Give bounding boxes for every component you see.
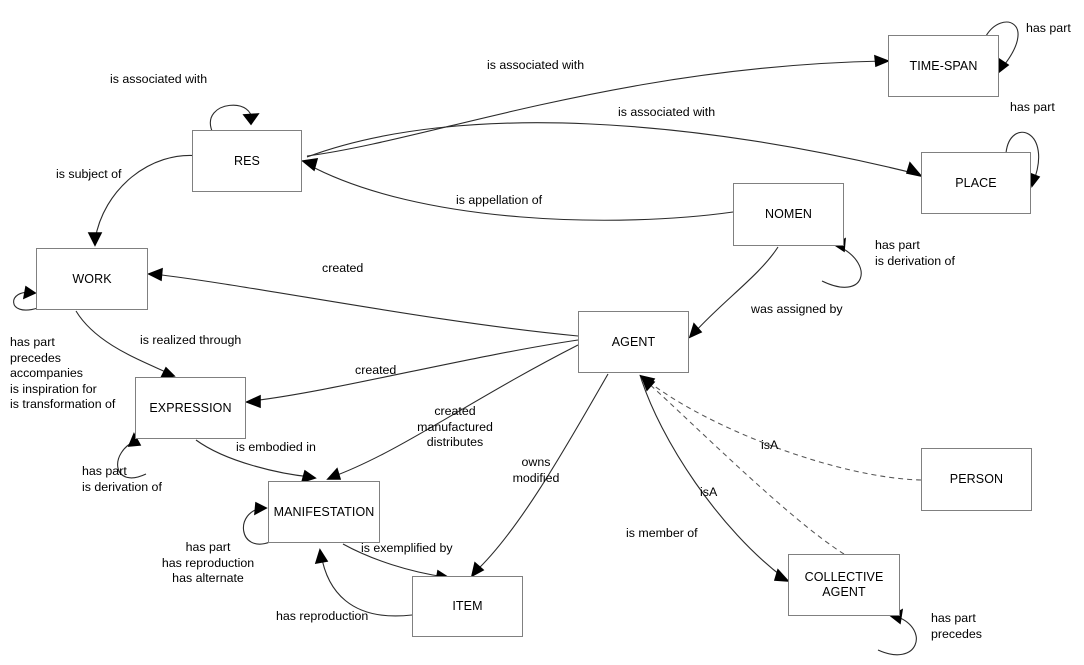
edge-label-timespan-self: has part [1026, 21, 1071, 35]
node-person[interactable]: PERSON [921, 448, 1032, 511]
arrowhead-work-self [22, 285, 37, 300]
node-res[interactable]: RES [192, 130, 302, 192]
node-manifestation[interactable]: MANIFESTATION [268, 481, 380, 543]
node-place[interactable]: PLACE [921, 152, 1031, 214]
edge-label-agent-collective: is member of [626, 526, 698, 540]
arrowhead-res-place [905, 161, 924, 178]
edge-label-agent-item: owns modified [512, 455, 560, 485]
edge-label-nomen-res: is appellation of [456, 193, 543, 207]
edge-label-collective-self: has part precedes [931, 611, 982, 641]
edge-label-agent-manifestation: created manufactured distributes [417, 404, 493, 449]
edge-agent-work [152, 273, 579, 337]
edge-person-agent [644, 378, 922, 481]
edge-label-nomen-self: has part is derivation of [875, 238, 955, 268]
edge-label-res-place: is associated with [618, 105, 716, 119]
edge-label-agent-work: created [322, 261, 364, 275]
edge-label-res-self: is associated with [110, 72, 208, 86]
edge-label-place-self: has part [1010, 100, 1055, 114]
arrowhead-res-work [87, 232, 103, 247]
node-label-res: RES [233, 153, 260, 168]
node-label-timespan: TIME-SPAN [909, 58, 978, 73]
node-agent[interactable]: AGENT [578, 311, 689, 373]
node-item[interactable]: ITEM [412, 576, 523, 637]
edge-agent-collective [639, 374, 785, 579]
arrowhead-res-self [242, 113, 260, 126]
arrowhead-agent-work [147, 267, 163, 282]
arrowhead-item-manifestation [314, 548, 329, 565]
edge-nomen-self [821, 246, 862, 288]
arrowhead-agent-manifestation [326, 467, 342, 480]
edge-label-manifestation-item: is exemplified by [361, 541, 453, 555]
edge-item-manifestation [320, 553, 413, 617]
edge-label-nomen-agent: was assigned by [751, 302, 843, 316]
arrowhead-res-timespan [874, 54, 891, 68]
edge-label-manifestation-self: has part has reproduction has alternate [161, 540, 255, 585]
arrowhead-nomen-res [301, 158, 319, 172]
node-label-agent: AGENT [611, 334, 656, 349]
node-label-expression: EXPRESSION [149, 400, 232, 415]
edge-nomen-agent [693, 246, 779, 334]
node-work[interactable]: WORK [36, 248, 148, 310]
arrowhead-agent-collective [773, 568, 790, 582]
edge-agent-expression [250, 339, 579, 402]
node-nomen[interactable]: NOMEN [733, 183, 844, 246]
edge-res-timespan [306, 60, 885, 157]
edge-label-collective-agent: isA [700, 485, 718, 499]
node-label-manifestation: MANIFESTATION [273, 504, 375, 519]
edge-label-work-self: has part precedes accompanies is inspira… [10, 335, 116, 411]
edge-label-res-timespan: is associated with [487, 58, 585, 72]
edge-res-place [306, 122, 918, 175]
node-collective[interactable]: COLLECTIVE AGENT [788, 554, 900, 616]
node-label-nomen: NOMEN [764, 207, 813, 221]
node-label-work: WORK [72, 271, 112, 286]
diagram-canvas: RES WORK EXPRESSION MANIFESTATION ITEM AGENT N… [0, 0, 1084, 665]
edge-label-item-manifestation: has reproduction [276, 609, 369, 623]
arrowhead-nomen-agent [688, 322, 703, 339]
edge-collective-self [877, 616, 917, 656]
node-label-person: PERSON [949, 472, 1004, 486]
arrowhead-manifestation-self [254, 501, 268, 516]
edge-label-person-agent: isA [761, 438, 779, 452]
node-expression[interactable]: EXPRESSION [135, 377, 246, 439]
node-label-item: ITEM [452, 599, 483, 613]
arrowhead-agent-item [470, 561, 485, 578]
arrowhead-agent-expression [244, 394, 261, 409]
node-label-place: PLACE [955, 175, 997, 190]
edge-label-expression-manifestation: is embodied in [236, 440, 316, 454]
edge-label-work-expression: is realized through [140, 333, 242, 347]
edge-label-res-work: is subject of [56, 167, 122, 181]
node-label-collective: COLLECTIVE AGENT [804, 570, 884, 599]
edge-label-expression-self: has part is derivation of [82, 464, 162, 494]
edge-label-agent-expression: created [355, 363, 397, 377]
node-timespan[interactable]: TIME-SPAN [888, 35, 999, 97]
